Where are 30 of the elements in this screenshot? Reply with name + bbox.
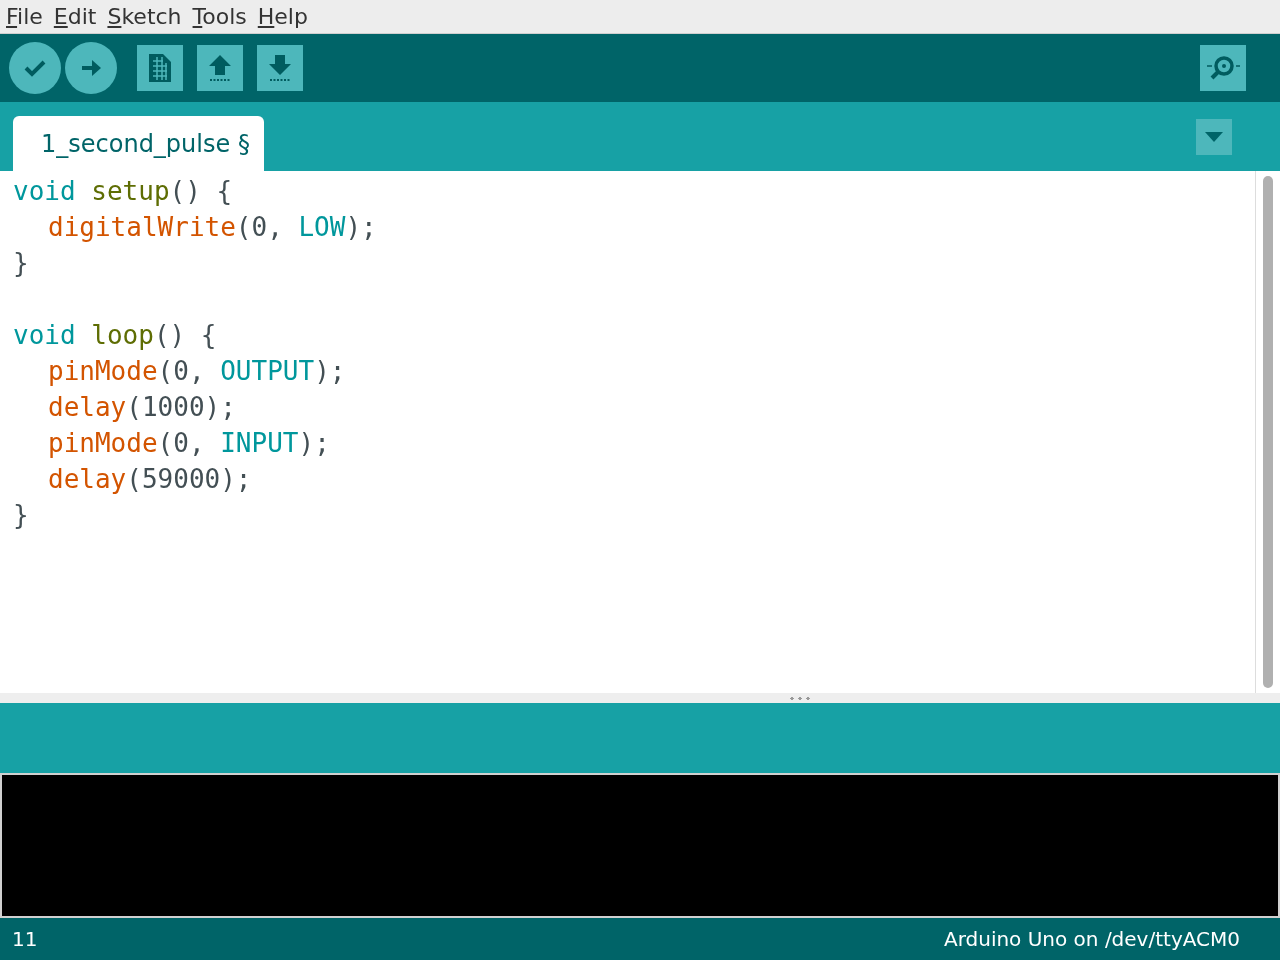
splitter-handle[interactable] (0, 693, 1280, 703)
line-number: 11 (12, 927, 38, 951)
code-line: delay(1000); (47, 391, 236, 424)
verify-button[interactable] (9, 42, 61, 94)
down-arrow-icon (267, 53, 293, 83)
open-button[interactable] (197, 45, 243, 91)
file-tab[interactable]: 1_second_pulse § (13, 116, 264, 171)
menu-item[interactable]: Help (253, 4, 312, 29)
new-button[interactable] (137, 45, 183, 91)
tab-menu-button[interactable] (1196, 118, 1232, 155)
code-line: } (13, 499, 29, 532)
save-button[interactable] (257, 45, 303, 91)
code-line: pinMode(0, INPUT); (47, 427, 330, 460)
caret-icon (1205, 131, 1223, 142)
scrollbar-thumb[interactable] (1263, 176, 1273, 688)
code-line: digitalWrite(0, LOW); (47, 211, 377, 244)
code-line: pinMode(0, OUTPUT); (47, 355, 346, 388)
document-icon (148, 53, 172, 83)
menu-item[interactable]: Edit (49, 4, 101, 29)
menu-item[interactable]: Sketch (103, 4, 186, 29)
upload-button[interactable] (65, 42, 117, 94)
menu-item[interactable]: File (2, 4, 47, 29)
code-line: void setup() { (13, 175, 233, 208)
code-line: } (13, 247, 29, 280)
code-line: delay(59000); (47, 463, 252, 496)
board-info: Arduino Uno on /dev/ttyACM0 (943, 927, 1240, 951)
menu-item[interactable]: Tools (188, 4, 251, 29)
code-line: void loop() { (13, 319, 217, 352)
up-arrow-icon (207, 53, 233, 83)
serial-monitor-button[interactable] (1200, 45, 1246, 91)
